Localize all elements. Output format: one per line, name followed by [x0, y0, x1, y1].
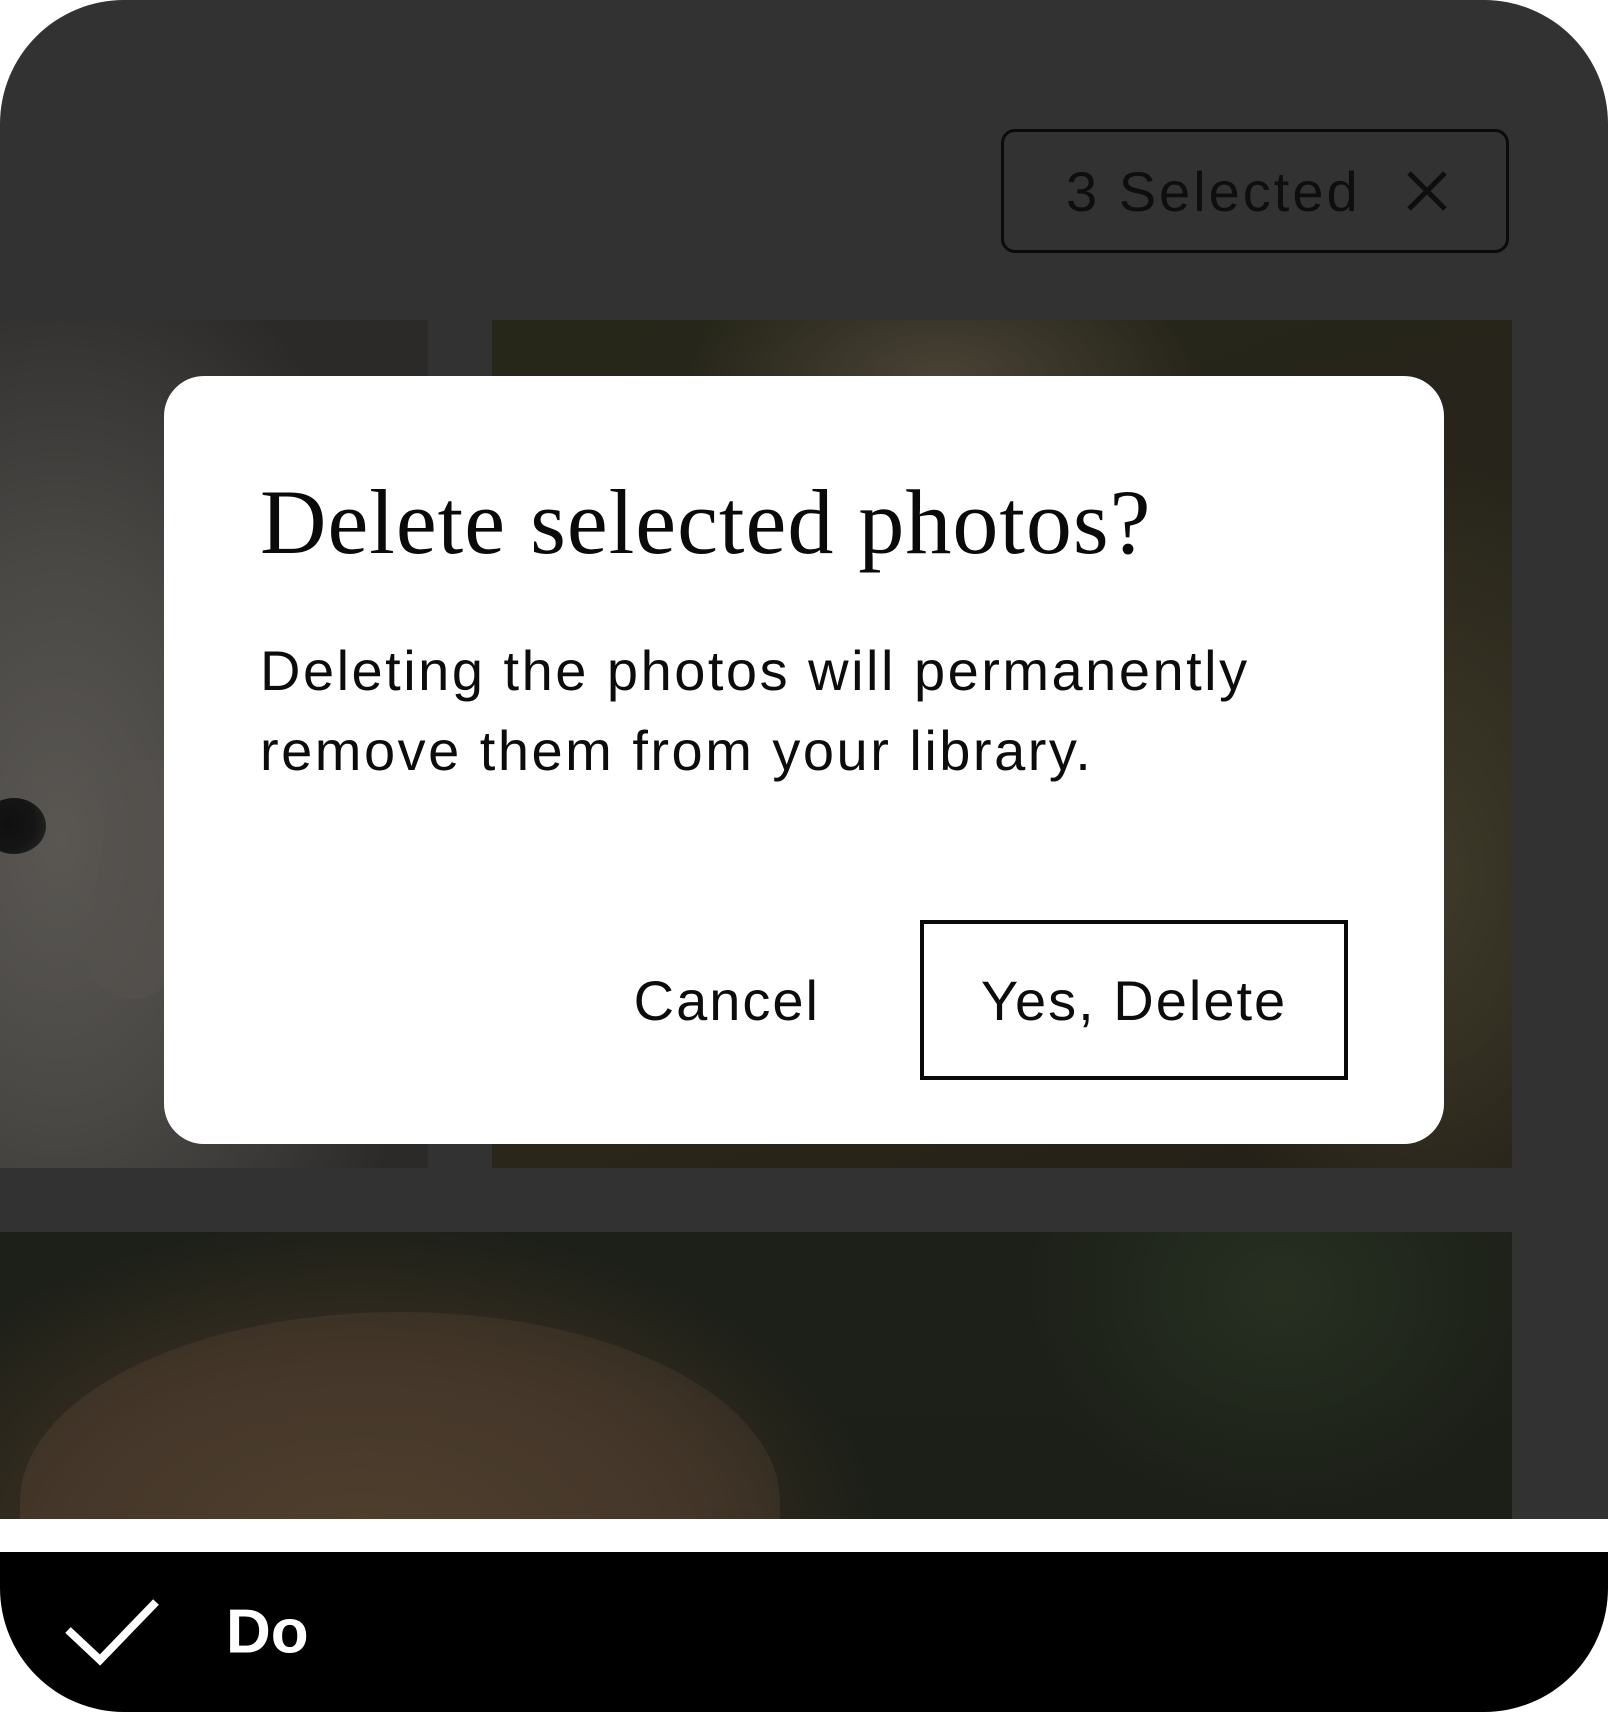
photo-tile[interactable] — [0, 1232, 1512, 1519]
example-card: 3 Selected Delete selected photos? Delet… — [0, 0, 1608, 1712]
caption-label: Do — [226, 1597, 309, 1667]
dialog-title: Delete selected photos? — [260, 471, 1152, 573]
guideline-caption-bar: Do — [0, 1552, 1608, 1712]
selection-count-label: 3 Selected — [1066, 159, 1361, 223]
delete-confirmation-dialog: Delete selected photos? Deleting the pho… — [164, 376, 1444, 1144]
photo-detail — [20, 1312, 780, 1519]
close-icon[interactable] — [1405, 169, 1449, 213]
photo-detail — [0, 798, 46, 854]
dialog-actions: Cancel Yes, Delete — [634, 920, 1348, 1080]
selection-chip[interactable]: 3 Selected — [1001, 129, 1509, 253]
photo-library-screen: 3 Selected Delete selected photos? Delet… — [0, 0, 1608, 1519]
dialog-body-text: Deleting the photos will permanently rem… — [260, 639, 1250, 783]
confirm-delete-button[interactable]: Yes, Delete — [920, 920, 1348, 1080]
cancel-button[interactable]: Cancel — [634, 968, 820, 1033]
checkmark-icon — [64, 1596, 160, 1668]
